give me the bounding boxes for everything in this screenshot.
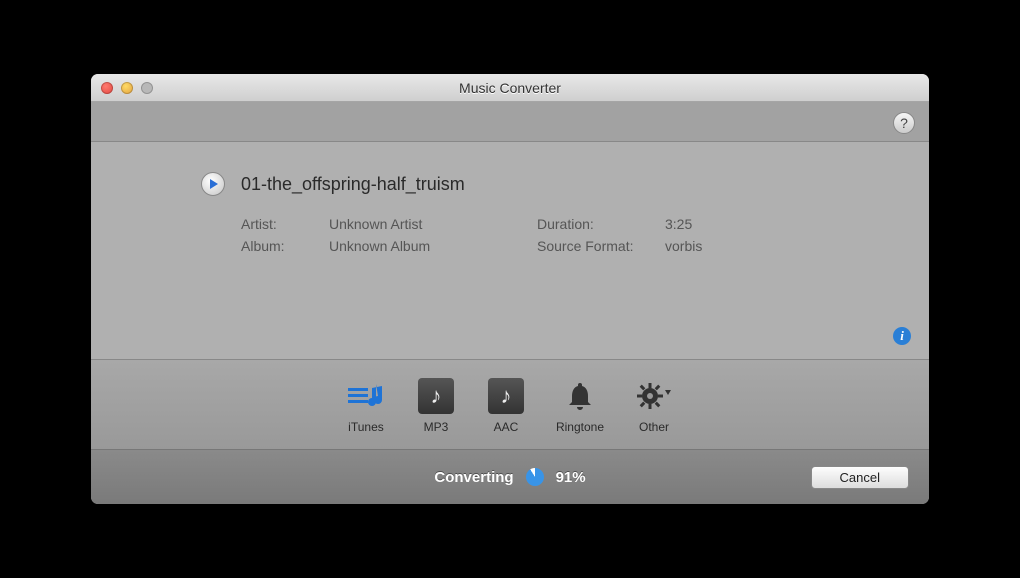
format-label: MP3 [424,420,449,434]
source-format-value: vorbis [665,238,765,254]
help-button[interactable]: ? [893,112,915,134]
duration-label: Duration: [537,216,657,232]
track-row: 01-the_offspring-half_truism [201,172,839,196]
itunes-icon [346,376,386,416]
format-itunes[interactable]: iTunes [346,376,386,434]
format-label: Other [639,420,669,434]
format-other[interactable]: Other [634,376,674,434]
toolbar: ? [91,102,929,142]
status-bar: Converting 91% Cancel [91,450,929,504]
bell-icon [560,376,600,416]
format-mp3[interactable]: ♪ MP3 [416,376,456,434]
play-button[interactable] [201,172,225,196]
track-metadata: Artist: Unknown Artist Duration: 3:25 Al… [241,216,839,254]
status-text: Converting 91% [91,468,929,486]
status-percent: 91% [556,469,586,486]
track-info-panel: 01-the_offspring-half_truism Artist: Unk… [91,142,929,360]
duration-value: 3:25 [665,216,765,232]
info-icon[interactable]: i [893,327,911,345]
titlebar[interactable]: Music Converter [91,74,929,102]
artist-label: Artist: [241,216,321,232]
format-aac[interactable]: ♪ AAC [486,376,526,434]
format-label: Ringtone [556,420,604,434]
status-label: Converting [434,469,513,486]
artist-value: Unknown Artist [329,216,529,232]
gear-icon [634,376,674,416]
aac-icon: ♪ [486,376,526,416]
format-label: iTunes [348,420,384,434]
window-title: Music Converter [91,80,929,96]
album-label: Album: [241,238,321,254]
source-format-label: Source Format: [537,238,657,254]
mp3-icon: ♪ [416,376,456,416]
format-ringtone[interactable]: Ringtone [556,376,604,434]
track-filename: 01-the_offspring-half_truism [241,174,465,195]
progress-pie-icon [526,468,544,486]
format-toolbar: iTunes ♪ MP3 ♪ AAC Ringtone [91,360,929,450]
format-label: AAC [494,420,519,434]
album-value: Unknown Album [329,238,529,254]
cancel-button[interactable]: Cancel [811,466,909,489]
play-icon [210,179,218,189]
app-window: Music Converter ? 01-the_offspring-half_… [91,74,929,504]
